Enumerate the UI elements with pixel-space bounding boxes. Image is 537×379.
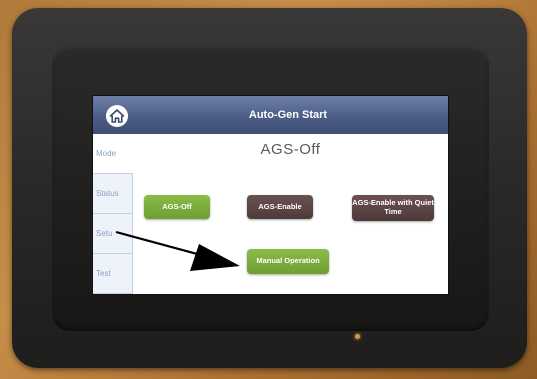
screen-title: Auto-Gen Start xyxy=(248,109,328,121)
sidebar: Mode Status Setu Test xyxy=(93,134,133,294)
sidebar-item-setup[interactable]: Setu xyxy=(93,214,133,254)
sidebar-item-label: Test xyxy=(96,269,111,278)
title-bar: Auto-Gen Start xyxy=(93,96,448,134)
mode-status-heading: AGS-Off xyxy=(260,141,321,158)
sidebar-item-label: Mode xyxy=(96,149,117,158)
ags-off-button[interactable]: AGS-Off xyxy=(144,195,210,219)
sidebar-item-test[interactable]: Test xyxy=(93,254,133,294)
status-led xyxy=(355,334,360,339)
sidebar-item-mode[interactable]: Mode xyxy=(93,134,133,174)
sidebar-item-label: Setu xyxy=(96,229,113,238)
sidebar-item-label: Status xyxy=(96,189,119,198)
sidebar-item-status[interactable]: Status xyxy=(93,174,133,214)
ags-enable-quiet-time-button[interactable]: AGS-Enable with Quiet Time xyxy=(352,195,434,221)
manual-operation-button[interactable]: Manual Operation xyxy=(247,249,329,274)
touch-screen: Auto-Gen Start Mode Status Setu Test AGS… xyxy=(93,96,448,294)
ags-enable-button[interactable]: AGS-Enable xyxy=(247,195,313,219)
